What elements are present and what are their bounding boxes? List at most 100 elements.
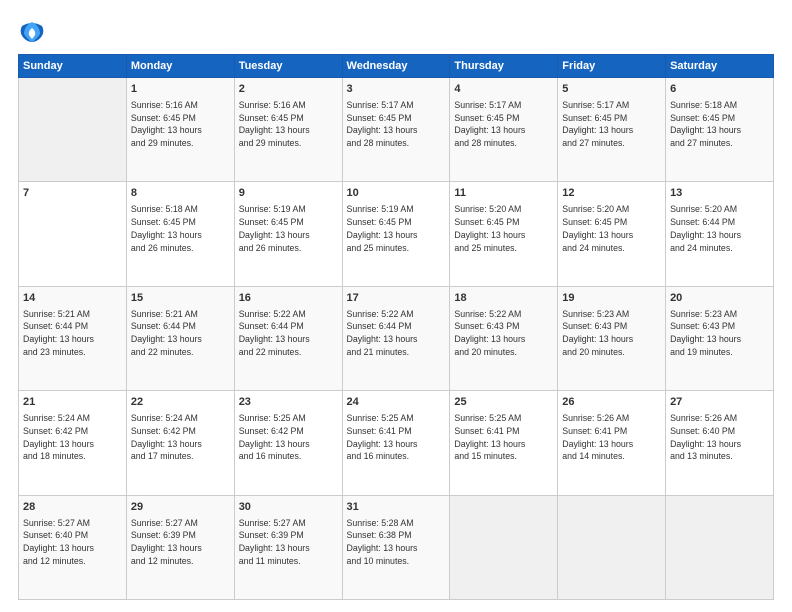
day-number: 22	[131, 395, 230, 411]
day-info: Sunrise: 5:18 AM Sunset: 6:45 PM Dayligh…	[131, 203, 230, 254]
day-info: Sunrise: 5:26 AM Sunset: 6:41 PM Dayligh…	[562, 412, 661, 463]
calendar-cell	[19, 78, 127, 182]
calendar-cell: 9Sunrise: 5:19 AM Sunset: 6:45 PM Daylig…	[234, 182, 342, 286]
day-info: Sunrise: 5:22 AM Sunset: 6:43 PM Dayligh…	[454, 308, 553, 359]
week-row-4: 21Sunrise: 5:24 AM Sunset: 6:42 PM Dayli…	[19, 391, 774, 495]
day-info: Sunrise: 5:21 AM Sunset: 6:44 PM Dayligh…	[23, 308, 122, 359]
calendar-cell: 12Sunrise: 5:20 AM Sunset: 6:45 PM Dayli…	[558, 182, 666, 286]
day-number: 28	[23, 500, 122, 516]
week-row-2: 78Sunrise: 5:18 AM Sunset: 6:45 PM Dayli…	[19, 182, 774, 286]
calendar-cell: 23Sunrise: 5:25 AM Sunset: 6:42 PM Dayli…	[234, 391, 342, 495]
day-number: 14	[23, 291, 122, 307]
day-number: 11	[454, 186, 553, 202]
calendar-cell: 31Sunrise: 5:28 AM Sunset: 6:38 PM Dayli…	[342, 495, 450, 599]
calendar-cell: 15Sunrise: 5:21 AM Sunset: 6:44 PM Dayli…	[126, 286, 234, 390]
calendar-cell: 8Sunrise: 5:18 AM Sunset: 6:45 PM Daylig…	[126, 182, 234, 286]
day-info: Sunrise: 5:18 AM Sunset: 6:45 PM Dayligh…	[670, 99, 769, 150]
calendar-cell: 1Sunrise: 5:16 AM Sunset: 6:45 PM Daylig…	[126, 78, 234, 182]
day-number: 21	[23, 395, 122, 411]
day-info: Sunrise: 5:17 AM Sunset: 6:45 PM Dayligh…	[562, 99, 661, 150]
day-info: Sunrise: 5:20 AM Sunset: 6:45 PM Dayligh…	[454, 203, 553, 254]
calendar-cell	[666, 495, 774, 599]
day-number: 20	[670, 291, 769, 307]
calendar-cell: 17Sunrise: 5:22 AM Sunset: 6:44 PM Dayli…	[342, 286, 450, 390]
calendar-cell: 18Sunrise: 5:22 AM Sunset: 6:43 PM Dayli…	[450, 286, 558, 390]
day-info: Sunrise: 5:27 AM Sunset: 6:39 PM Dayligh…	[131, 517, 230, 568]
page: SundayMondayTuesdayWednesdayThursdayFrid…	[0, 0, 792, 612]
calendar-cell: 6Sunrise: 5:18 AM Sunset: 6:45 PM Daylig…	[666, 78, 774, 182]
day-info: Sunrise: 5:27 AM Sunset: 6:39 PM Dayligh…	[239, 517, 338, 568]
day-info: Sunrise: 5:21 AM Sunset: 6:44 PM Dayligh…	[131, 308, 230, 359]
day-info: Sunrise: 5:24 AM Sunset: 6:42 PM Dayligh…	[131, 412, 230, 463]
calendar-cell: 3Sunrise: 5:17 AM Sunset: 6:45 PM Daylig…	[342, 78, 450, 182]
calendar-cell: 5Sunrise: 5:17 AM Sunset: 6:45 PM Daylig…	[558, 78, 666, 182]
calendar-header: SundayMondayTuesdayWednesdayThursdayFrid…	[19, 55, 774, 78]
header-day-monday: Monday	[126, 55, 234, 78]
calendar-cell: 13Sunrise: 5:20 AM Sunset: 6:44 PM Dayli…	[666, 182, 774, 286]
day-number: 6	[670, 82, 769, 98]
day-number: 23	[239, 395, 338, 411]
calendar-cell: 4Sunrise: 5:17 AM Sunset: 6:45 PM Daylig…	[450, 78, 558, 182]
day-number: 27	[670, 395, 769, 411]
calendar-cell: 7	[19, 182, 127, 286]
day-info: Sunrise: 5:19 AM Sunset: 6:45 PM Dayligh…	[239, 203, 338, 254]
day-number: 3	[347, 82, 446, 98]
week-row-3: 14Sunrise: 5:21 AM Sunset: 6:44 PM Dayli…	[19, 286, 774, 390]
calendar-cell: 19Sunrise: 5:23 AM Sunset: 6:43 PM Dayli…	[558, 286, 666, 390]
day-info: Sunrise: 5:22 AM Sunset: 6:44 PM Dayligh…	[239, 308, 338, 359]
header-day-wednesday: Wednesday	[342, 55, 450, 78]
day-info: Sunrise: 5:28 AM Sunset: 6:38 PM Dayligh…	[347, 517, 446, 568]
header-day-saturday: Saturday	[666, 55, 774, 78]
calendar-cell: 22Sunrise: 5:24 AM Sunset: 6:42 PM Dayli…	[126, 391, 234, 495]
day-number: 16	[239, 291, 338, 307]
day-number: 8	[131, 186, 230, 202]
day-info: Sunrise: 5:26 AM Sunset: 6:40 PM Dayligh…	[670, 412, 769, 463]
calendar-cell: 28Sunrise: 5:27 AM Sunset: 6:40 PM Dayli…	[19, 495, 127, 599]
calendar-cell: 27Sunrise: 5:26 AM Sunset: 6:40 PM Dayli…	[666, 391, 774, 495]
day-info: Sunrise: 5:23 AM Sunset: 6:43 PM Dayligh…	[562, 308, 661, 359]
day-info: Sunrise: 5:17 AM Sunset: 6:45 PM Dayligh…	[454, 99, 553, 150]
day-info: Sunrise: 5:25 AM Sunset: 6:41 PM Dayligh…	[454, 412, 553, 463]
day-number: 24	[347, 395, 446, 411]
calendar-body: 1Sunrise: 5:16 AM Sunset: 6:45 PM Daylig…	[19, 78, 774, 600]
calendar-cell: 21Sunrise: 5:24 AM Sunset: 6:42 PM Dayli…	[19, 391, 127, 495]
logo-icon	[18, 18, 46, 46]
day-number: 2	[239, 82, 338, 98]
day-number: 15	[131, 291, 230, 307]
day-info: Sunrise: 5:20 AM Sunset: 6:44 PM Dayligh…	[670, 203, 769, 254]
header-day-friday: Friday	[558, 55, 666, 78]
day-number: 25	[454, 395, 553, 411]
day-number: 10	[347, 186, 446, 202]
calendar-cell: 25Sunrise: 5:25 AM Sunset: 6:41 PM Dayli…	[450, 391, 558, 495]
day-info: Sunrise: 5:27 AM Sunset: 6:40 PM Dayligh…	[23, 517, 122, 568]
day-number: 19	[562, 291, 661, 307]
calendar-cell: 29Sunrise: 5:27 AM Sunset: 6:39 PM Dayli…	[126, 495, 234, 599]
day-info: Sunrise: 5:25 AM Sunset: 6:42 PM Dayligh…	[239, 412, 338, 463]
calendar-cell: 10Sunrise: 5:19 AM Sunset: 6:45 PM Dayli…	[342, 182, 450, 286]
day-number: 17	[347, 291, 446, 307]
week-row-5: 28Sunrise: 5:27 AM Sunset: 6:40 PM Dayli…	[19, 495, 774, 599]
calendar-cell: 14Sunrise: 5:21 AM Sunset: 6:44 PM Dayli…	[19, 286, 127, 390]
logo	[18, 18, 50, 46]
day-info: Sunrise: 5:16 AM Sunset: 6:45 PM Dayligh…	[131, 99, 230, 150]
day-info: Sunrise: 5:23 AM Sunset: 6:43 PM Dayligh…	[670, 308, 769, 359]
header-day-tuesday: Tuesday	[234, 55, 342, 78]
header-day-sunday: Sunday	[19, 55, 127, 78]
day-number: 18	[454, 291, 553, 307]
header-day-thursday: Thursday	[450, 55, 558, 78]
day-number: 29	[131, 500, 230, 516]
calendar-cell: 30Sunrise: 5:27 AM Sunset: 6:39 PM Dayli…	[234, 495, 342, 599]
day-info: Sunrise: 5:24 AM Sunset: 6:42 PM Dayligh…	[23, 412, 122, 463]
day-number: 12	[562, 186, 661, 202]
day-info: Sunrise: 5:25 AM Sunset: 6:41 PM Dayligh…	[347, 412, 446, 463]
calendar-cell: 20Sunrise: 5:23 AM Sunset: 6:43 PM Dayli…	[666, 286, 774, 390]
calendar-cell	[450, 495, 558, 599]
calendar-cell: 24Sunrise: 5:25 AM Sunset: 6:41 PM Dayli…	[342, 391, 450, 495]
day-number: 1	[131, 82, 230, 98]
day-number: 30	[239, 500, 338, 516]
day-info: Sunrise: 5:19 AM Sunset: 6:45 PM Dayligh…	[347, 203, 446, 254]
header-row: SundayMondayTuesdayWednesdayThursdayFrid…	[19, 55, 774, 78]
calendar-cell: 26Sunrise: 5:26 AM Sunset: 6:41 PM Dayli…	[558, 391, 666, 495]
day-info: Sunrise: 5:16 AM Sunset: 6:45 PM Dayligh…	[239, 99, 338, 150]
day-number: 5	[562, 82, 661, 98]
